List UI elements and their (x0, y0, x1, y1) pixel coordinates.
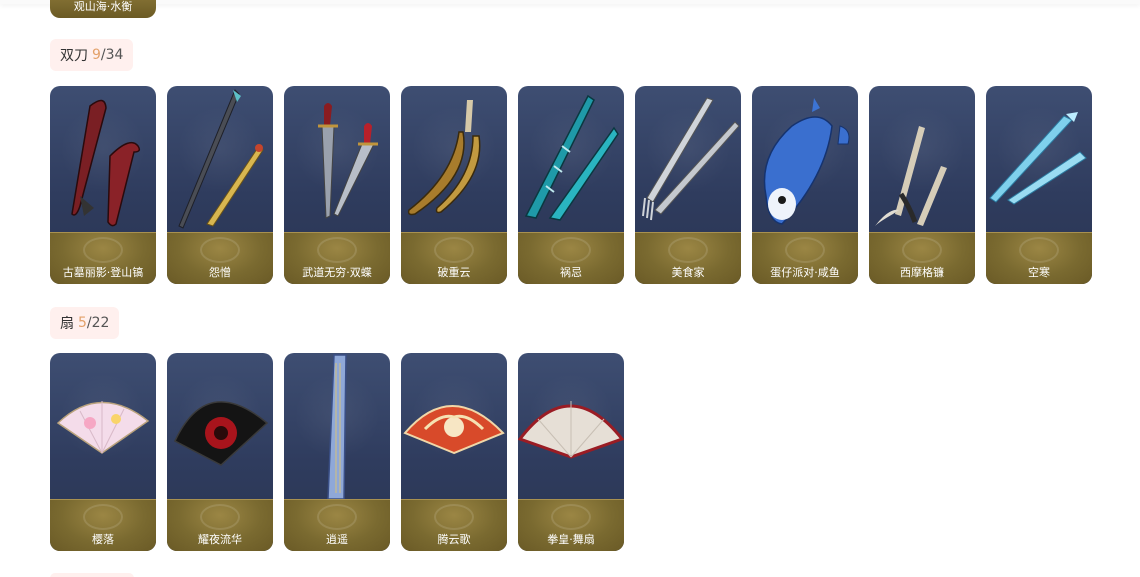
weapon-label: 蛋仔派对·咸鱼 (770, 266, 840, 279)
prev-item-card[interactable]: 观山海·水衡 (50, 0, 156, 18)
weapon-card[interactable]: 古墓丽影·登山镐 (50, 86, 156, 284)
phoenix-fan-icon (403, 405, 505, 455)
weapon-card[interactable]: 樱落 (50, 353, 156, 551)
prev-item-label: 观山海·水衡 (73, 0, 133, 13)
weapon-card[interactable]: 破重云 (401, 86, 507, 284)
weapon-label: 美食家 (671, 266, 705, 279)
category-owned-count: 9 (92, 47, 101, 63)
category-name: 扇 (60, 316, 74, 332)
weapon-card[interactable]: 西摩格镰 (869, 86, 975, 284)
category-name: 双刀 (60, 48, 88, 64)
category-fans: 扇 5 / 22 (50, 307, 120, 339)
weapon-label: 耀夜流华 (198, 533, 242, 546)
weapon-card[interactable]: 怨憎 (167, 86, 273, 284)
knife-fork-icon (642, 97, 740, 221)
weapon-label: 樱落 (92, 533, 114, 546)
dark-sickles-icon (875, 126, 947, 226)
teal-jagged-blades-icon (524, 94, 619, 221)
top-bar (0, 0, 1140, 4)
red-ice-axes-icon (71, 99, 141, 227)
weapon-card[interactable]: 祸忌 (518, 86, 624, 284)
weapon-card[interactable]: 耀夜流华 (167, 353, 273, 551)
weapon-card[interactable]: 拳皇·舞扇 (518, 353, 624, 551)
weapon-card[interactable]: 蛋仔派对·咸鱼 (752, 86, 858, 284)
butterfly-swords-icon (318, 103, 378, 219)
weapon-label: 祸忌 (560, 266, 582, 279)
dark-gold-blades-icon (178, 89, 264, 229)
category-dual-blades: 双刀 9 / 34 (50, 39, 134, 71)
weapon-label: 怨憎 (209, 266, 231, 279)
weapon-card[interactable]: 美食家 (635, 86, 741, 284)
weapon-card[interactable]: 空寒 (986, 86, 1092, 284)
category-owned-count: 5 (78, 315, 87, 331)
next-category-label (50, 573, 134, 577)
dual-blades-row: 古墓丽影·登山镐 怨憎 武道无穷·双蝶 破重云 祸忌 美食家 蛋仔派对·咸鱼 西… (50, 86, 1092, 284)
category-total-count: 22 (91, 315, 110, 331)
fans-row: 樱落 耀夜流华 逍遥 腾云歌 拳皇·舞扇 (50, 353, 624, 551)
weapon-label: 逍遥 (326, 533, 348, 546)
white-red-fan-icon (518, 401, 624, 459)
black-red-fan-icon (174, 401, 269, 466)
weapon-card[interactable]: 武道无穷·双蝶 (284, 86, 390, 284)
weapon-label: 武道无穷·双蝶 (302, 266, 372, 279)
weapon-label: 拳皇·舞扇 (547, 533, 595, 546)
category-total-count: 34 (105, 47, 124, 63)
weapon-card[interactable]: 逍遥 (284, 353, 390, 551)
closed-blue-fan-icon (327, 354, 347, 499)
weapon-label: 破重云 (437, 266, 471, 279)
weapon-label: 空寒 (1028, 266, 1050, 279)
golden-curved-blades-icon (407, 100, 481, 216)
weapon-label: 古墓丽影·登山镐 (62, 266, 144, 279)
ice-blades-icon (989, 112, 1087, 205)
weapon-label: 西摩格镰 (900, 266, 944, 279)
weapon-card[interactable]: 腾云歌 (401, 353, 507, 551)
blue-fish-icon (763, 98, 850, 225)
weapon-label: 腾云歌 (437, 533, 471, 546)
sakura-fan-icon (56, 401, 150, 454)
